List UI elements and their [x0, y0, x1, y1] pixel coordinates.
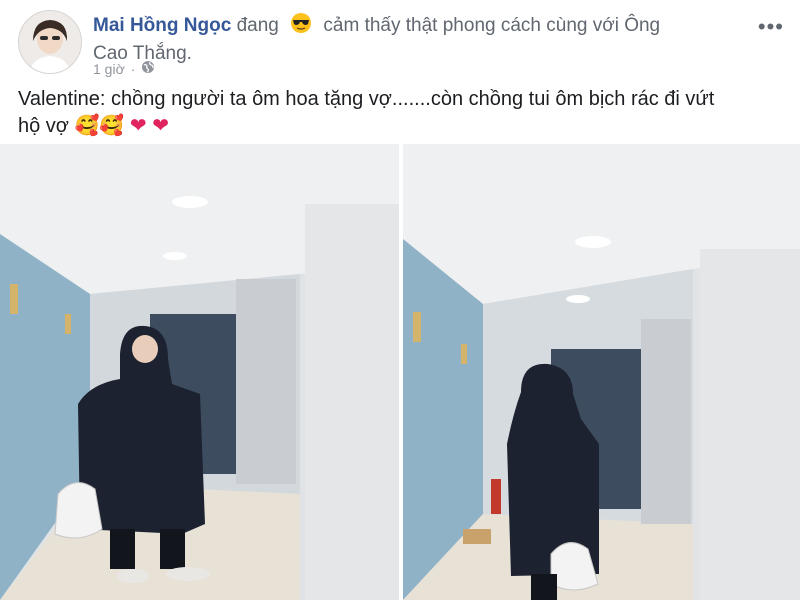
- post-photos: [0, 144, 800, 600]
- post-text-line2: hộ vợ: [18, 115, 69, 137]
- smiling-hearts-emoji-icon: 🥰: [99, 115, 125, 137]
- photo-right[interactable]: [403, 144, 800, 600]
- post-meta: 1 giờ ·: [93, 60, 155, 77]
- timestamp[interactable]: 1 giờ: [93, 61, 125, 77]
- heart-emoji-icon: ❤: [129, 115, 147, 137]
- post-text: Valentine: chồng người ta ôm hoa tặng vợ…: [18, 86, 778, 140]
- post-text-line1: Valentine: chồng người ta ôm hoa tặng vợ…: [18, 88, 715, 110]
- meta-separator: ·: [130, 60, 136, 77]
- smiling-hearts-emoji-icon: 🥰: [74, 115, 100, 137]
- photo-divider: [399, 144, 403, 600]
- feeling-text: cảm thấy thật phong cách cùng với Ông: [323, 15, 661, 36]
- author-name[interactable]: Mai Hồng Ngọc: [93, 15, 231, 36]
- heart-emoji-icon: ❤: [152, 115, 169, 137]
- more-options-button[interactable]: •••: [758, 14, 784, 40]
- post-headline: Mai Hồng Ngọc đang cảm thấy thật phong c…: [93, 12, 733, 66]
- post-header: Mai Hồng Ngọc đang cảm thấy thật phong c…: [0, 0, 800, 84]
- globe-icon[interactable]: [141, 60, 155, 77]
- photo-left[interactable]: [0, 144, 399, 600]
- sunglasses-emoji-icon: [290, 12, 312, 41]
- avatar[interactable]: [18, 10, 82, 74]
- feeling-verb: đang: [236, 15, 279, 36]
